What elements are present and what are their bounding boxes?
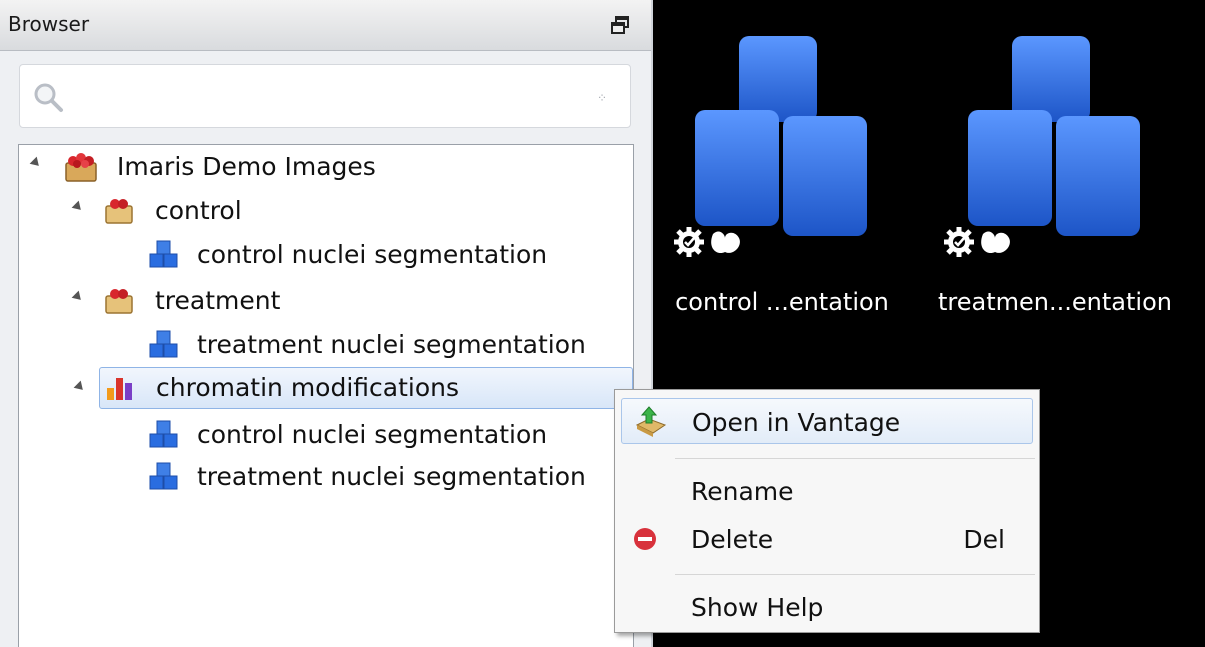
tree-node-control[interactable]: control <box>67 191 607 231</box>
menu-item-label: Rename <box>691 477 794 506</box>
tree-node-label: chromatin modifications <box>156 373 460 402</box>
menu-item-label: Open in Vantage <box>692 408 901 437</box>
surface-cubes-icon <box>149 330 178 358</box>
tree-node-label: treatment nuclei segmentation <box>197 330 586 359</box>
settings-badge-icon <box>944 227 974 257</box>
bar-chart-icon <box>107 378 132 400</box>
browser-titlebar: Browser <box>0 0 651 51</box>
tree-node-label: treatment <box>155 286 281 315</box>
expand-arrow-icon[interactable] <box>71 200 85 214</box>
surface-cubes-icon <box>149 462 178 490</box>
menu-item-label: Show Help <box>691 593 824 622</box>
blue-cubes-icon <box>968 36 1140 236</box>
expand-arrow[interactable] <box>73 371 87 411</box>
cell-shape-icon <box>981 231 1010 254</box>
demo-box-icon <box>65 153 97 182</box>
tree-node-control-nuclei[interactable]: control nuclei segmentation <box>147 235 617 275</box>
context-menu: Open in Vantage Rename Delete Del Show H… <box>614 389 1040 633</box>
tree-node-chromatin-control[interactable]: control nuclei segmentation <box>147 415 617 455</box>
tree-node-treatment-nuclei[interactable]: treatment nuclei segmentation <box>147 325 617 365</box>
settings-badge-icon <box>674 227 704 257</box>
delete-icon <box>634 528 656 550</box>
browser-tree: Imaris Demo Images control control nucle… <box>18 144 634 647</box>
expand-arrow-icon[interactable] <box>29 156 43 170</box>
open-vantage-icon <box>635 406 667 437</box>
tree-node-chromatin-treatment[interactable]: treatment nuclei segmentation <box>147 457 617 497</box>
item-caption: control ...entation <box>675 288 889 316</box>
tree-node-treatment[interactable]: treatment <box>67 281 607 321</box>
tree-node-label: treatment nuclei segmentation <box>197 462 586 491</box>
tree-node-label: control <box>155 196 242 225</box>
search-icon <box>34 83 63 112</box>
folder-box-icon <box>105 199 133 224</box>
expand-arrow-icon[interactable] <box>73 380 87 394</box>
tree-node-label: control nuclei segmentation <box>197 420 548 449</box>
menu-item-show-help[interactable]: Show Help <box>621 584 1033 630</box>
menu-item-delete[interactable]: Delete Del <box>621 516 1033 562</box>
menu-separator <box>675 574 1035 575</box>
surface-cubes-icon <box>149 240 178 268</box>
menu-item-label: Delete <box>691 525 774 554</box>
surface-cubes-icon <box>149 420 178 448</box>
folder-box-icon <box>105 289 133 314</box>
tree-node-label: Imaris Demo Images <box>117 152 376 181</box>
tree-node-label: control nuclei segmentation <box>197 240 548 269</box>
resize-grip-icon: ⁘ <box>596 91 608 105</box>
tree-node-root[interactable]: Imaris Demo Images <box>27 147 617 187</box>
search-input[interactable]: ⁘ <box>19 64 631 128</box>
menu-item-rename[interactable]: Rename <box>621 468 1033 514</box>
blue-cubes-icon <box>695 36 867 236</box>
menu-item-open-in-vantage[interactable]: Open in Vantage <box>621 398 1033 444</box>
menu-separator <box>675 458 1035 459</box>
undock-icon[interactable] <box>609 14 631 36</box>
tree-node-chromatin-modifications[interactable]: chromatin modifications <box>99 367 633 409</box>
expand-arrow-icon[interactable] <box>71 290 85 304</box>
browser-panel: Browser ⁘ Imaris Demo Images control con… <box>0 0 653 647</box>
panel-title: Browser <box>8 12 90 36</box>
cell-shape-icon <box>711 231 740 254</box>
item-caption: treatmen...entation <box>938 288 1172 316</box>
menu-item-shortcut: Del <box>963 525 1005 554</box>
